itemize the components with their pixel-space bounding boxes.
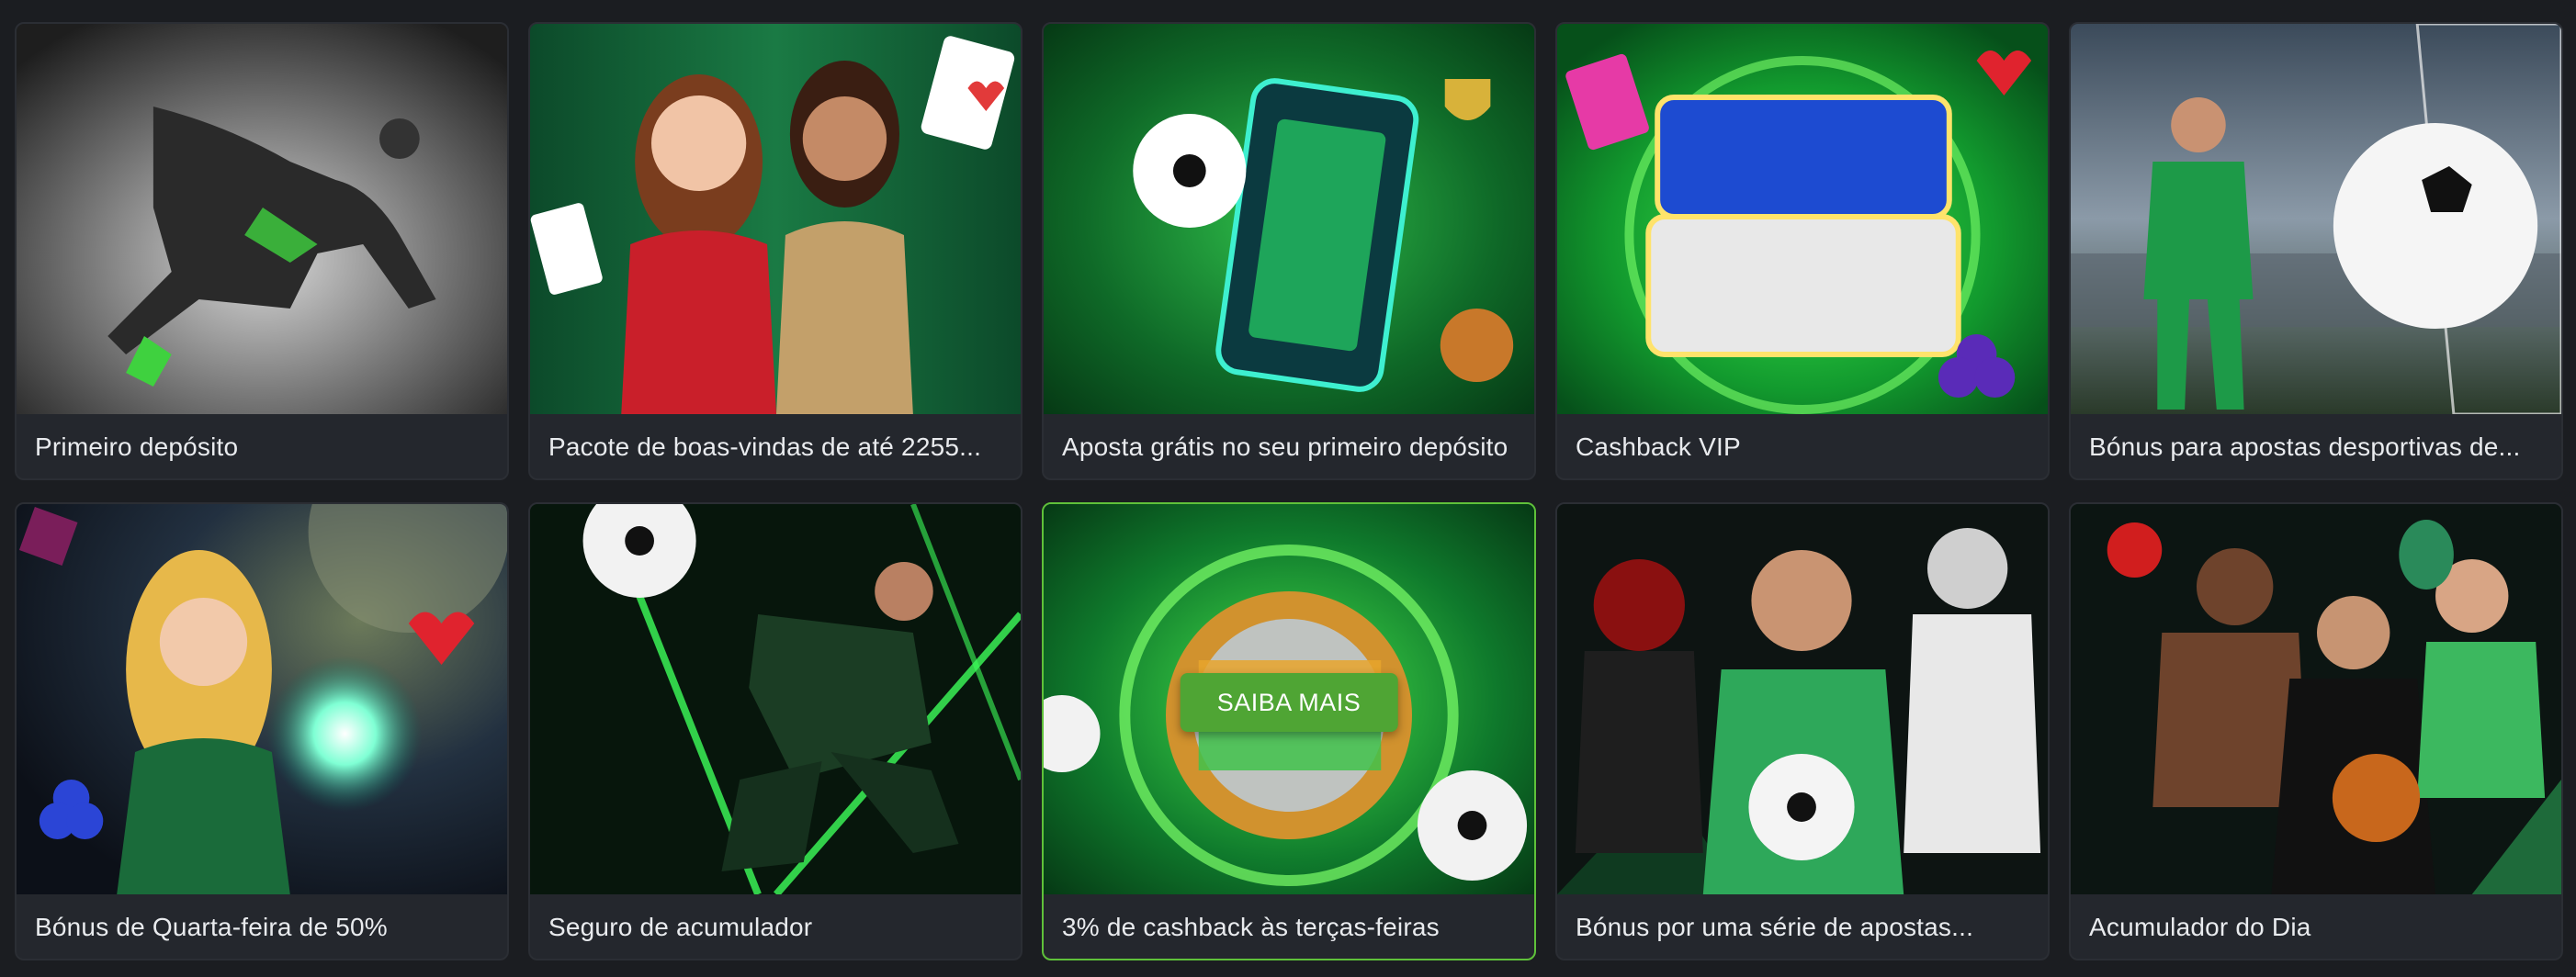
promo-card[interactable]: Seguro de acumulador <box>528 502 1022 960</box>
promo-image-sorceress <box>17 504 507 894</box>
promo-card[interactable]: Bónus de Quarta-feira de 50% <box>15 502 509 960</box>
promo-image-cashback-sign <box>1557 24 2048 414</box>
promo-title: Seguro de acumulador <box>548 913 813 941</box>
saiba-mais-button[interactable]: SAIBA MAIS <box>1180 673 1398 732</box>
promo-card[interactable]: Bónus para apostas desportivas de... <box>2069 22 2563 480</box>
promo-image-phone-pitch <box>1044 24 1534 414</box>
promo-title: Bónus por uma série de apostas... <box>1576 913 1974 941</box>
promo-image-goalkeeper-ball <box>2071 24 2561 414</box>
promo-title: Bónus para apostas desportivas de... <box>2089 432 2521 461</box>
promo-title: Primeiro depósito <box>35 432 239 461</box>
promo-title: Cashback VIP <box>1576 432 1741 461</box>
promo-card[interactable]: Pacote de boas-vindas de até 2255... <box>528 22 1022 480</box>
promo-image-multi-sport <box>1557 504 2048 894</box>
promo-card-hovered[interactable]: SAIBA MAIS 3% de cashback às terças-feir… <box>1042 502 1536 960</box>
promo-title: Aposta grátis no seu primeiro depósito <box>1062 432 1508 461</box>
promo-image-boxer-athletes <box>2071 504 2561 894</box>
promo-image-footballer-kick <box>17 24 507 414</box>
promo-title: Acumulador do Dia <box>2089 913 2311 941</box>
promo-title: Pacote de boas-vindas de até 2255... <box>548 432 982 461</box>
promo-title: Bónus de Quarta-feira de 50% <box>35 913 388 941</box>
promo-image-footballer-neon <box>530 504 1021 894</box>
promo-card[interactable]: Aposta grátis no seu primeiro depósito <box>1042 22 1536 480</box>
promo-card[interactable]: Primeiro depósito <box>15 22 509 480</box>
promo-card[interactable]: Bónus por uma série de apostas... <box>1555 502 2050 960</box>
promotions-grid: Primeiro depósito Pacote de boas-vindas … <box>15 22 2563 960</box>
promo-card[interactable]: Cashback VIP <box>1555 22 2050 480</box>
promo-image-casino-hostesses <box>530 24 1021 414</box>
promo-card[interactable]: Acumulador do Dia <box>2069 502 2563 960</box>
promo-title: 3% de cashback às terças-feiras <box>1062 913 1440 941</box>
